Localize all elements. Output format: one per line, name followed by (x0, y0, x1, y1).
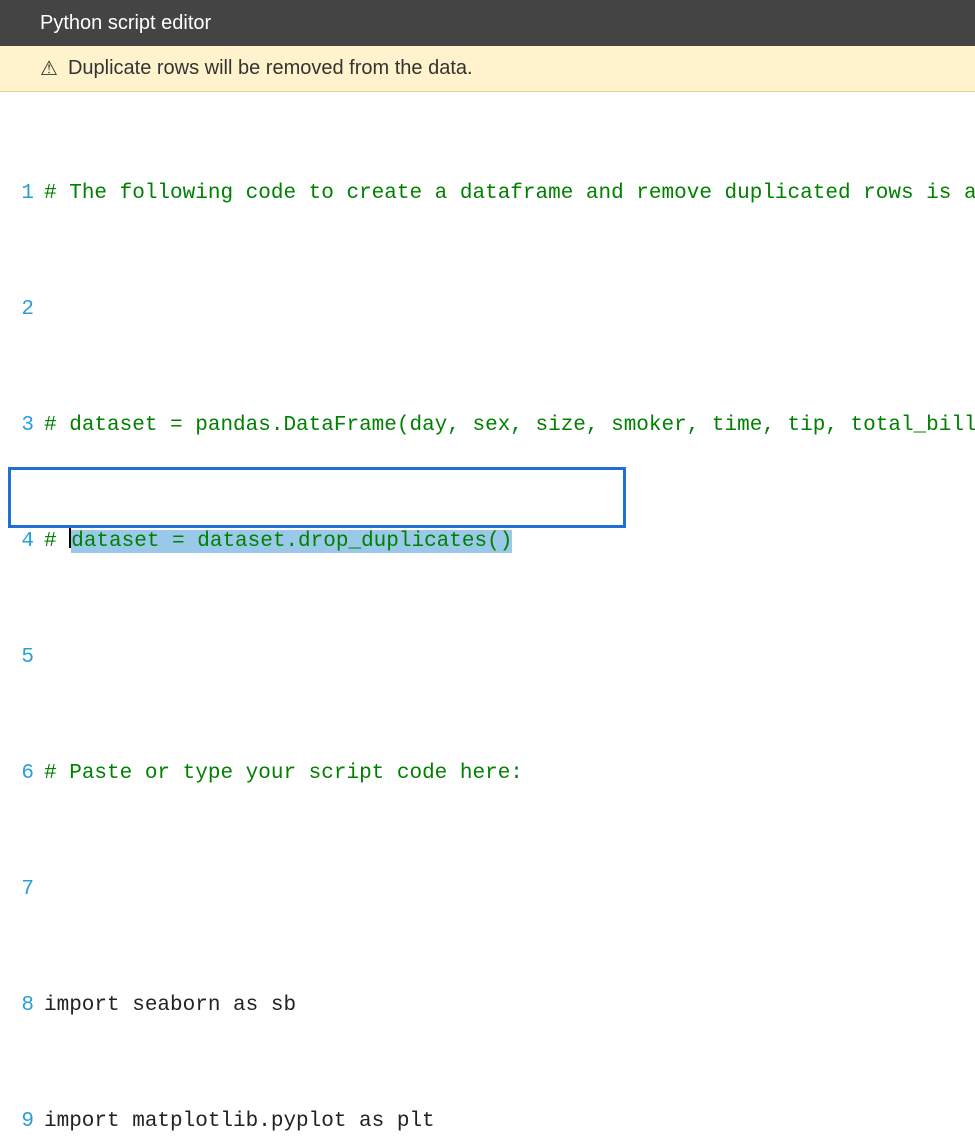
code-line: 4# dataset = dataset.drop_duplicates() (0, 527, 975, 556)
line-content[interactable]: # Paste or type your script code here: (44, 759, 975, 788)
annotation-highlight-box (8, 467, 626, 528)
code-line: 2 (0, 295, 975, 324)
line-number: 7 (0, 875, 44, 904)
line-number: 3 (0, 411, 44, 440)
line-number: 4 (0, 527, 44, 556)
line-number: 5 (0, 643, 44, 672)
code-line: 6# Paste or type your script code here: (0, 759, 975, 788)
code-editor[interactable]: 1# The following code to create a datafr… (0, 92, 975, 1138)
code-line: 9import matplotlib.pyplot as plt (0, 1107, 975, 1136)
warning-text: Duplicate rows will be removed from the … (68, 57, 473, 80)
warning-icon: ⚠ (40, 56, 58, 81)
line-number: 8 (0, 991, 44, 1020)
editor-titlebar: Python script editor (0, 0, 975, 46)
warning-banner: ⚠ Duplicate rows will be removed from th… (0, 46, 975, 92)
line-number: 1 (0, 179, 44, 208)
line-number: 9 (0, 1107, 44, 1136)
code-line: 7 (0, 875, 975, 904)
line-number: 2 (0, 295, 44, 324)
code-line: 3# dataset = pandas.DataFrame(day, sex, … (0, 411, 975, 440)
line-content[interactable]: # The following code to create a datafra… (44, 179, 975, 208)
text-selection: dataset = dataset.drop_duplicates() (71, 530, 512, 553)
editor-title: Python script editor (40, 12, 211, 35)
line-content[interactable]: # dataset = dataset.drop_duplicates() (44, 527, 975, 556)
line-number: 6 (0, 759, 44, 788)
line-content[interactable]: # dataset = pandas.DataFrame(day, sex, s… (44, 411, 975, 440)
code-line: 1# The following code to create a datafr… (0, 179, 975, 208)
code-line: 5 (0, 643, 975, 672)
line-content[interactable]: import matplotlib.pyplot as plt (44, 1107, 975, 1136)
line-content[interactable]: import seaborn as sb (44, 991, 975, 1020)
code-line: 8import seaborn as sb (0, 991, 975, 1020)
